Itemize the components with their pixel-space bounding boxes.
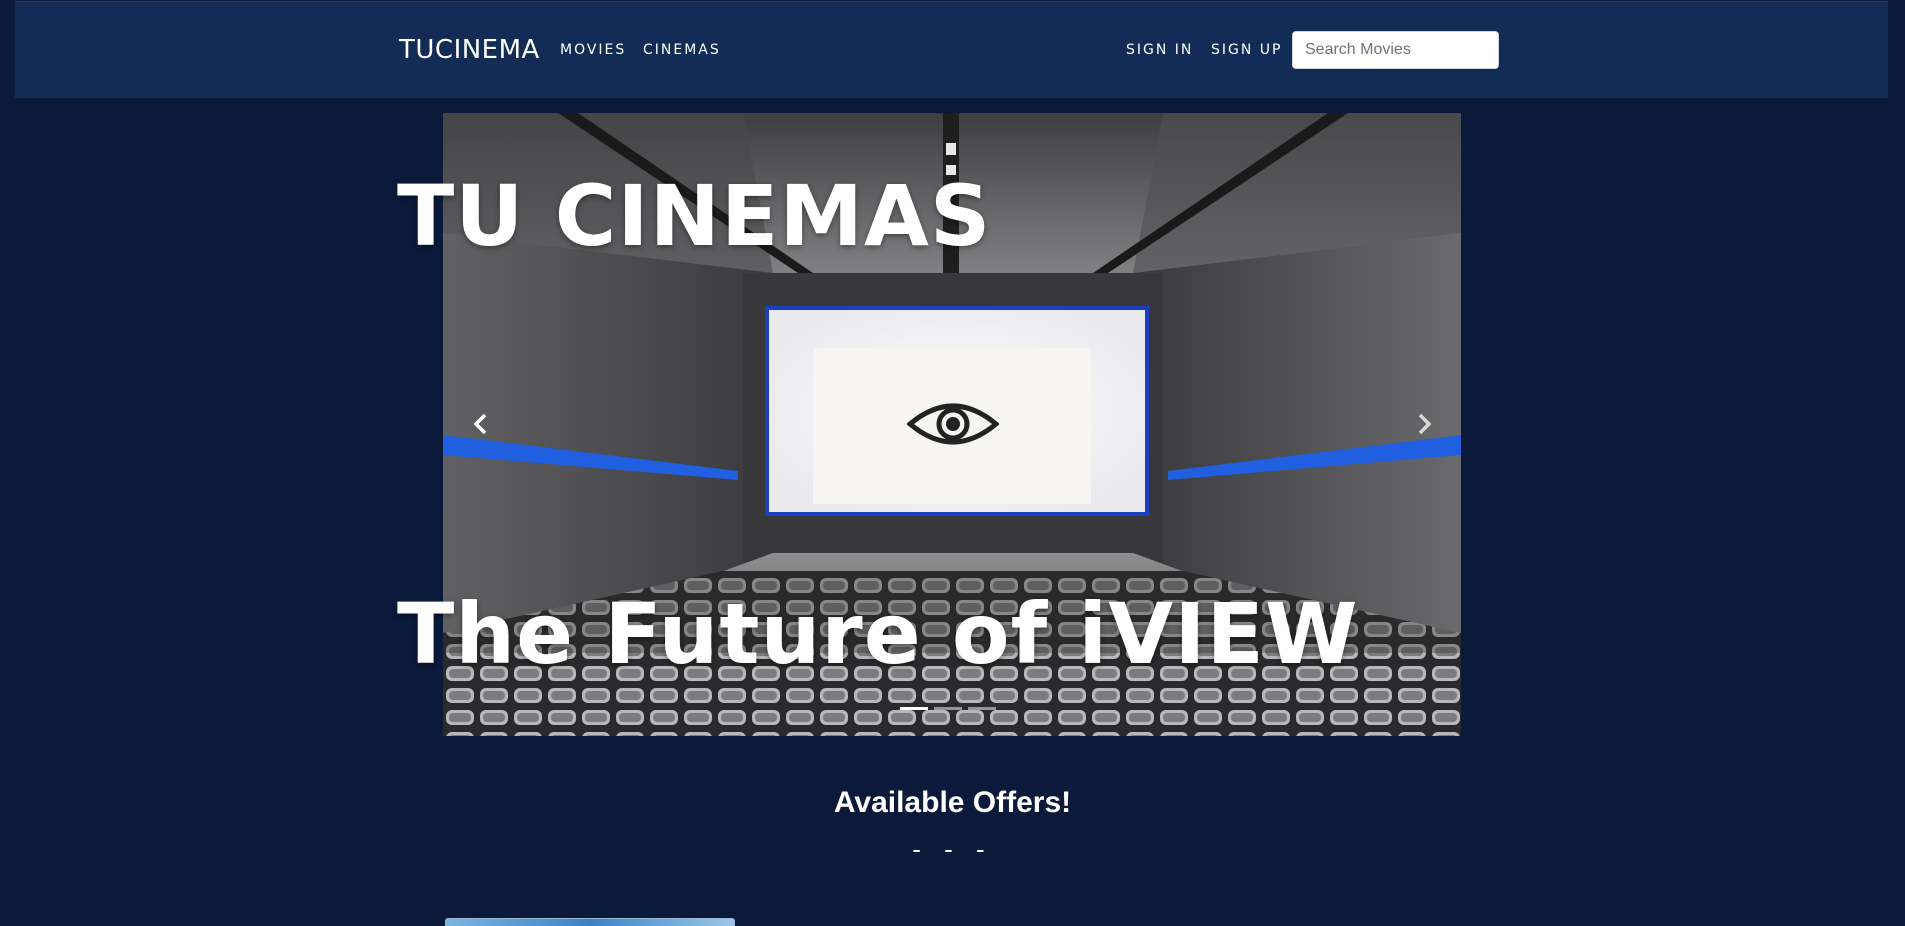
sign-in-link[interactable]: SIGN IN (1126, 42, 1193, 58)
nav-link-cinemas[interactable]: CINEMAS (643, 42, 721, 58)
offers-heading: Available Offers! (833, 786, 1072, 819)
page: TUCINEMA MOVIES CINEMAS SIGN IN SIGN UP (0, 0, 1905, 926)
chevron-left-icon (473, 413, 487, 435)
carousel-next-button[interactable] (1400, 406, 1448, 442)
carousel-prev-button[interactable] (457, 406, 505, 442)
offers-divider: - - - (912, 834, 993, 864)
search-input[interactable] (1292, 31, 1499, 69)
hero-title: TU CINEMAS (397, 167, 992, 265)
chevron-right-icon (1418, 413, 1432, 435)
offer-card[interactable] (445, 918, 735, 926)
sign-up-link[interactable]: SIGN UP (1211, 42, 1282, 58)
navbar: TUCINEMA MOVIES CINEMAS SIGN IN SIGN UP (15, 1, 1888, 98)
eye-icon (907, 403, 999, 445)
hero-subtitle: The Future of iVIEW (397, 585, 1359, 683)
carousel-indicator[interactable] (934, 707, 962, 710)
carousel-indicator[interactable] (968, 707, 996, 710)
nav-link-movies[interactable]: MOVIES (560, 42, 626, 58)
brand-logo[interactable]: TUCINEMA (399, 35, 540, 65)
carousel-indicator[interactable] (900, 707, 928, 710)
carousel-indicators (900, 707, 996, 710)
